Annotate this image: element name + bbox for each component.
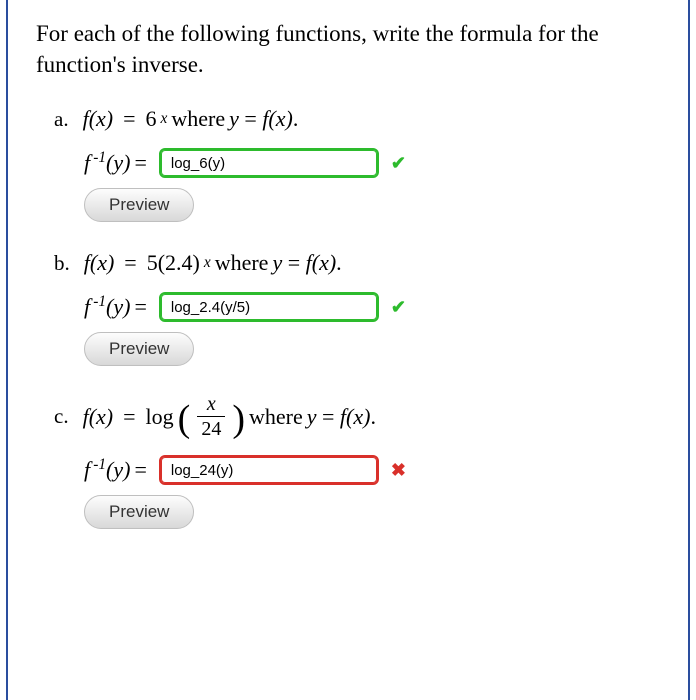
part-c-marker: c. — [54, 404, 69, 429]
x-icon: ✖ — [391, 460, 406, 481]
frac-num: x — [203, 394, 220, 416]
equals: = — [123, 106, 135, 132]
where-text: where — [171, 106, 225, 132]
part-c-preview-button[interactable]: Preview — [84, 495, 194, 529]
part-a-preview-button[interactable]: Preview — [84, 188, 194, 222]
part-b-answer-input[interactable] — [159, 292, 379, 322]
part-a-question: a. f(x) = 6x where y = f(x). — [54, 106, 660, 132]
part-b: b. f(x) = 5(2.4)x where y = f(x). f -1(y… — [54, 250, 660, 366]
part-a-answer-input[interactable] — [159, 148, 379, 178]
part-c-question: c. f(x) = log ( x 24 ) where y = f(x). — [54, 394, 660, 439]
part-a-base: 6 — [146, 106, 157, 132]
part-b-yeq: y = f(x). — [272, 250, 341, 276]
part-c-fraction: x 24 — [197, 394, 225, 439]
part-c-answer-input[interactable] — [159, 455, 379, 485]
part-a-marker: a. — [54, 107, 69, 132]
part-a-lhs: f(x) — [83, 106, 114, 132]
part-a: a. f(x) = 6x where y = f(x). f -1(y)= ✔ … — [54, 106, 660, 222]
where-text: where — [215, 250, 269, 276]
part-b-marker: b. — [54, 251, 70, 276]
part-a-exp: x — [161, 110, 168, 128]
part-b-finv: f -1(y)= — [84, 294, 151, 320]
question-frame: For each of the following functions, wri… — [6, 0, 690, 700]
part-c-log: log — [146, 404, 174, 430]
equals: = — [123, 404, 135, 430]
part-c-finv: f -1(y)= — [84, 457, 151, 483]
check-icon: ✔ — [391, 153, 406, 174]
part-c: c. f(x) = log ( x 24 ) where y = f(x). f… — [54, 394, 660, 529]
part-a-finv: f -1(y)= — [84, 150, 151, 176]
part-b-coef: 5(2.4) — [147, 250, 200, 276]
part-b-question: b. f(x) = 5(2.4)x where y = f(x). — [54, 250, 660, 276]
check-icon: ✔ — [391, 297, 406, 318]
part-b-answer-row: f -1(y)= ✔ — [84, 292, 660, 322]
part-b-preview-button[interactable]: Preview — [84, 332, 194, 366]
where-text: where — [249, 404, 303, 430]
equals: = — [124, 250, 136, 276]
frac-den: 24 — [197, 416, 225, 439]
part-a-answer-row: f -1(y)= ✔ — [84, 148, 660, 178]
part-b-lhs: f(x) — [84, 250, 115, 276]
part-c-answer-row: f -1(y)= ✖ — [84, 455, 660, 485]
part-b-exp: x — [204, 254, 211, 272]
part-c-lhs: f(x) — [83, 404, 114, 430]
part-a-yeq: y = f(x). — [229, 106, 298, 132]
part-c-yeq: y = f(x). — [307, 404, 376, 430]
question-intro: For each of the following functions, wri… — [36, 18, 660, 80]
